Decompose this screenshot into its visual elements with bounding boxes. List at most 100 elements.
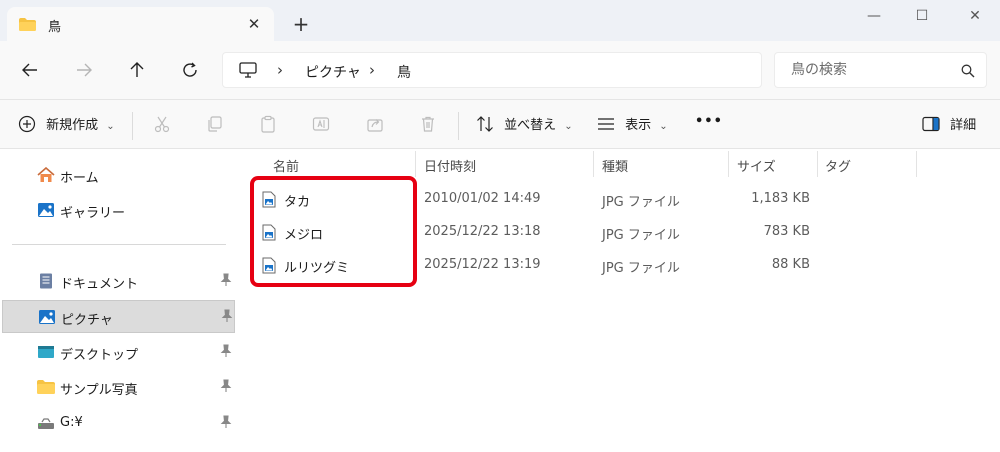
plus-circle-icon [18,115,36,133]
file-date: 2010/01/02 14:49 [424,191,541,206]
gallery-icon [38,203,54,217]
minimize-button[interactable]: — [854,5,894,27]
refresh-icon[interactable] [178,58,202,82]
image-file-icon [262,224,276,241]
sort-button[interactable]: 並べ替え ⌄ [476,114,573,136]
more-options-button[interactable]: ••• [695,114,723,136]
file-name: タカ [284,195,311,210]
address-path[interactable]: › ピクチャ › 鳥 [222,52,762,88]
close-window-button[interactable]: ✕ [955,5,995,27]
rename-icon[interactable] [311,115,331,135]
details-pane-icon [922,116,940,132]
sidebar-item-sample-photos[interactable]: サンプル写真 [2,371,235,404]
details-button-label: 詳細 [950,118,977,133]
documents-icon [40,273,52,289]
command-bar: 新規作成 ⌄ 並べ替え ⌄ 表示 ⌄ ••• 詳細 [0,99,1000,149]
column-divider[interactable] [415,151,416,177]
sidebar-divider [12,244,226,245]
chevron-down-icon: ⌄ [659,121,668,132]
delete-icon[interactable] [418,115,438,135]
sidebar-item-documents[interactable]: ドキュメント [2,265,235,298]
folder-icon [19,18,36,31]
search-input[interactable] [774,52,987,88]
breadcrumb-pictures[interactable]: ピクチャ [305,62,361,82]
copy-icon[interactable] [204,115,224,135]
column-divider[interactable] [593,151,594,177]
details-button[interactable]: 詳細 [922,114,976,136]
column-header-tag[interactable]: タグ [825,156,851,175]
share-icon[interactable] [365,115,385,135]
column-divider[interactable] [728,151,729,177]
view-button[interactable]: 表示 ⌄ [597,114,668,136]
column-divider[interactable] [817,151,818,177]
toolbar-divider [132,112,133,140]
breadcrumb-birds[interactable]: 鳥 [397,62,411,82]
title-bar: 鳥 ✕ + — ☐ ✕ [0,0,1000,41]
file-name: メジロ [284,228,324,243]
search-icon[interactable] [961,64,975,78]
forward-arrow-icon[interactable] [72,58,96,82]
sidebar-item-gallery[interactable]: ギャラリー [2,194,235,227]
new-button-label: 新規作成 [46,118,99,133]
view-list-icon [598,118,614,130]
maximize-button[interactable]: ☐ [902,5,942,27]
file-size: 88 KB [771,257,810,272]
close-tab-icon[interactable]: ✕ [244,14,264,34]
table-row[interactable]: メジロ 2025/12/22 13:18 JPG ファイル 783 KB [250,217,820,247]
column-header-date[interactable]: 日付時刻 [424,156,476,175]
toolbar-divider [458,112,459,140]
cut-icon[interactable] [152,115,172,135]
back-arrow-icon[interactable] [18,58,42,82]
new-button[interactable]: 新規作成 ⌄ [18,114,115,136]
address-bar: › ピクチャ › 鳥 [0,41,1000,99]
desktop-icon [38,346,54,358]
sidebar-item-label: ピクチャ [61,313,113,328]
table-row[interactable]: タカ 2010/01/02 14:49 JPG ファイル 1,183 KB [250,184,820,214]
tab-title: 鳥 [48,20,62,35]
table-row[interactable]: ルリツグミ 2025/12/22 13:19 JPG ファイル 88 KB [250,250,820,280]
pin-icon[interactable] [220,344,232,358]
sidebar-item-pictures[interactable]: ピクチャ [2,300,235,333]
up-arrow-icon[interactable] [125,58,149,82]
image-file-icon [262,191,276,208]
breadcrumb-separator: › [277,61,283,79]
sidebar-item-label: ドキュメント [60,277,139,292]
sidebar-item-label: ホーム [60,171,99,186]
sidebar-item-home[interactable]: ホーム [2,159,235,192]
pin-icon[interactable] [220,273,232,287]
pin-icon[interactable] [220,415,232,429]
file-size: 1,183 KB [751,191,810,206]
sidebar-item-desktop[interactable]: デスクトップ [2,336,235,369]
file-type: JPG ファイル [602,228,680,243]
sidebar-item-label: サンプル写真 [60,383,138,398]
file-type: JPG ファイル [602,261,680,276]
file-size: 783 KB [763,224,810,239]
column-header-name[interactable]: 名前 [273,156,299,175]
file-list: 名前 日付時刻 種類 サイズ タグ タカ 2010/01/02 14:49 JP… [240,149,1000,452]
sort-button-label: 並べ替え [504,118,557,133]
breadcrumb-separator: › [369,61,375,79]
pin-icon[interactable] [220,379,232,393]
sidebar-item-label: ギャラリー [60,206,126,221]
paste-icon[interactable] [258,115,278,135]
tab-birds[interactable]: 鳥 ✕ [7,7,274,41]
chevron-down-icon: ⌄ [106,121,115,132]
pictures-icon [39,310,55,324]
home-icon [37,167,55,182]
drive-icon [38,418,54,429]
column-divider[interactable] [916,151,917,177]
folder-icon [37,380,55,394]
chevron-down-icon: ⌄ [564,121,573,132]
column-header-size[interactable]: サイズ [737,156,776,175]
column-header-type[interactable]: 種類 [602,156,628,175]
sort-icon [477,116,493,132]
sidebar-item-label: デスクトップ [60,348,139,363]
sidebar-item-drive-g[interactable]: G:¥ [2,407,235,440]
computer-icon [239,62,257,78]
view-button-label: 表示 [625,118,652,133]
file-date: 2025/12/22 13:18 [424,224,541,239]
sidebar-item-label: G:¥ [60,415,83,430]
new-tab-button[interactable]: + [290,13,312,35]
pin-icon[interactable] [221,309,233,323]
navigation-pane: ホーム ギャラリー ドキュメント ピクチャ デスクトップ サンプル写真 G:¥ [0,149,240,452]
